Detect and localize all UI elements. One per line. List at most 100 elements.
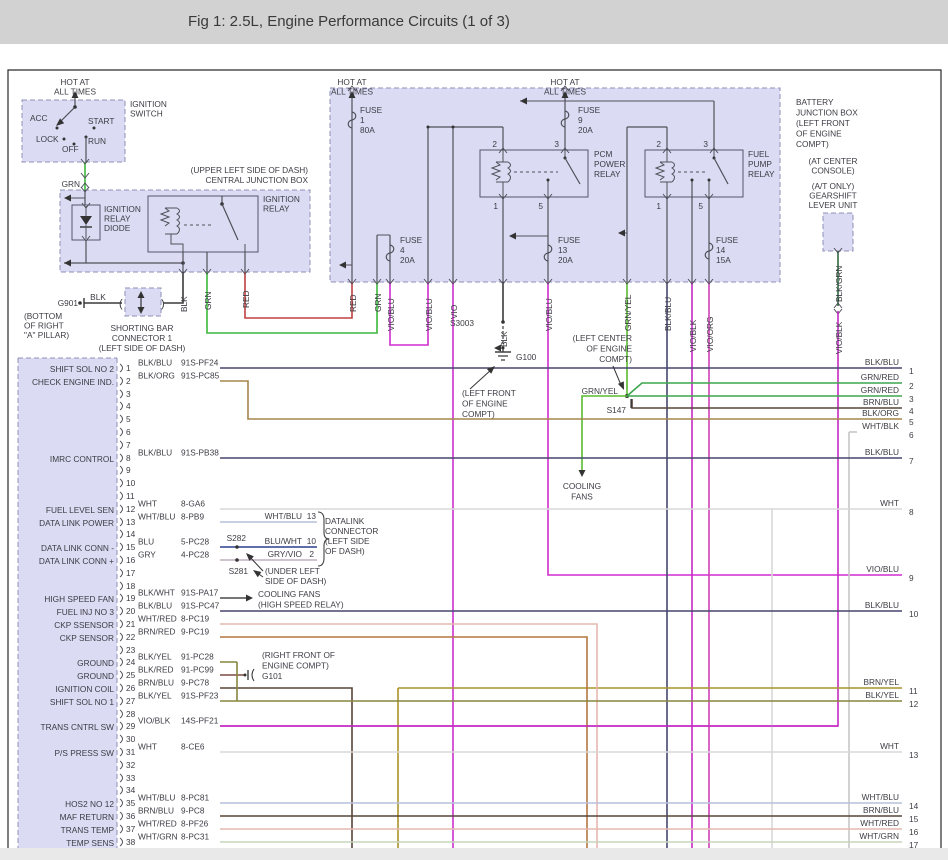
svg-text:VIO/ORG: VIO/ORG	[705, 317, 715, 353]
svg-text:5: 5	[698, 201, 703, 211]
svg-text:9: 9	[126, 465, 131, 475]
svg-text:VIO/BLK: VIO/BLK	[688, 319, 698, 352]
svg-text:26: 26	[126, 683, 136, 693]
svg-text:WHT/BLU: WHT/BLU	[138, 793, 175, 803]
svg-text:BRN/BLU: BRN/BLU	[138, 806, 174, 816]
svg-text:23: 23	[126, 645, 136, 655]
svg-text:15A: 15A	[716, 255, 731, 265]
svg-text:8: 8	[126, 453, 131, 463]
svg-text:BLU: BLU	[138, 537, 154, 547]
svg-text:OF ENGINE: OF ENGINE	[462, 399, 508, 409]
svg-text:(: (	[119, 298, 123, 310]
svg-text:(RIGHT FRONT OF: (RIGHT FRONT OF	[262, 650, 335, 660]
svg-text:BLK: BLK	[179, 296, 189, 312]
svg-text:GRN: GRN	[62, 179, 80, 189]
svg-text:11: 11	[126, 491, 135, 501]
svg-text:POWER: POWER	[594, 159, 625, 169]
svg-text:8-PC19: 8-PC19	[181, 614, 210, 624]
svg-text:FANS: FANS	[571, 492, 593, 502]
svg-text:RELAY: RELAY	[263, 204, 290, 214]
svg-text:2: 2	[656, 139, 661, 149]
svg-text:8-PC31: 8-PC31	[181, 832, 210, 842]
svg-text:VIO/BLK: VIO/BLK	[834, 321, 844, 354]
svg-text:GRN/RED: GRN/RED	[861, 385, 899, 395]
svg-text:7: 7	[126, 440, 131, 450]
svg-text:19: 19	[126, 593, 136, 603]
svg-text:16: 16	[909, 827, 919, 837]
svg-text:BLK/YEL: BLK/YEL	[865, 690, 899, 700]
svg-text:VIO/BLU: VIO/BLU	[424, 298, 434, 331]
svg-text:WHT: WHT	[138, 742, 157, 752]
svg-text:S282: S282	[227, 533, 247, 543]
svg-text:14: 14	[126, 529, 136, 539]
svg-text:RUN: RUN	[88, 136, 106, 146]
svg-text:RELAY: RELAY	[104, 214, 131, 224]
svg-text:TRANS TEMP: TRANS TEMP	[61, 825, 115, 835]
svg-text:WHT/RED: WHT/RED	[860, 818, 899, 828]
svg-text:BLK/ORG: BLK/ORG	[138, 371, 175, 381]
svg-text:GRN/YEL: GRN/YEL	[623, 294, 633, 331]
svg-text:WHT: WHT	[880, 741, 899, 751]
svg-text:29: 29	[126, 721, 136, 731]
svg-text:"A" PILLAR): "A" PILLAR)	[24, 330, 69, 340]
svg-text:MAF RETURN: MAF RETURN	[60, 812, 114, 822]
wiring-diagram: ()1BLK/BLU91S-PF242BLK/ORG91S-PC85345678…	[0, 0, 948, 860]
svg-text:BLK/BLU: BLK/BLU	[865, 357, 899, 367]
svg-text:13: 13	[307, 511, 317, 521]
svg-text:WHT/BLK: WHT/BLK	[862, 421, 899, 431]
svg-text:GEARSHIFT: GEARSHIFT	[809, 191, 856, 201]
svg-text:BLK/BLU: BLK/BLU	[138, 448, 172, 458]
svg-text:1: 1	[656, 201, 661, 211]
svg-text:80A: 80A	[360, 125, 375, 135]
svg-text:3: 3	[126, 389, 131, 399]
svg-text:4: 4	[909, 406, 914, 416]
svg-text:BLK/BLU: BLK/BLU	[138, 358, 172, 368]
svg-text:WHT/GRN: WHT/GRN	[138, 832, 178, 842]
svg-text:CONSOLE): CONSOLE)	[811, 166, 855, 176]
svg-text:S3003: S3003	[450, 318, 474, 328]
svg-text:OF RIGHT: OF RIGHT	[24, 321, 64, 331]
svg-text:VIO/BLU: VIO/BLU	[866, 564, 899, 574]
svg-text:TEMP SENS: TEMP SENS	[66, 838, 114, 848]
svg-text:DATA LINK POWER: DATA LINK POWER	[39, 518, 114, 528]
svg-text:GRY: GRY	[138, 550, 156, 560]
svg-text:10: 10	[126, 478, 136, 488]
svg-text:FUSE: FUSE	[360, 105, 383, 115]
svg-text:CONNECTOR: CONNECTOR	[325, 526, 378, 536]
svg-text:25: 25	[126, 670, 136, 680]
svg-text:GRN/RED: GRN/RED	[861, 372, 899, 382]
svg-text:SHIFT SOL NO 2: SHIFT SOL NO 2	[50, 364, 114, 374]
svg-text:SHIFT SOL NO 1: SHIFT SOL NO 1	[50, 697, 114, 707]
svg-text:8-PF26: 8-PF26	[181, 819, 209, 829]
svg-text:ACC: ACC	[30, 113, 48, 123]
svg-text:4-PC28: 4-PC28	[181, 550, 210, 560]
svg-text:20A: 20A	[558, 255, 573, 265]
svg-text:32: 32	[126, 760, 136, 770]
svg-text:CONNECTOR 1: CONNECTOR 1	[112, 333, 173, 343]
svg-text:VIO/BLK: VIO/BLK	[138, 716, 171, 726]
svg-text:BLK/GRN: BLK/GRN	[834, 266, 844, 302]
svg-text:9: 9	[909, 573, 914, 583]
svg-text:33: 33	[126, 773, 136, 783]
svg-text:4: 4	[126, 401, 131, 411]
svg-text:BLK/BLU: BLK/BLU	[138, 601, 172, 611]
svg-text:G101: G101	[262, 671, 283, 681]
svg-text:14S-PF21: 14S-PF21	[181, 716, 219, 726]
svg-text:91S-PF24: 91S-PF24	[181, 358, 219, 368]
svg-text:GRN: GRN	[373, 294, 383, 312]
svg-text:RELAY: RELAY	[594, 169, 621, 179]
svg-text:CHECK ENGINE IND.: CHECK ENGINE IND.	[32, 377, 114, 387]
svg-text:WHT/BLU: WHT/BLU	[138, 512, 175, 522]
svg-text:91S-PA17: 91S-PA17	[181, 588, 219, 598]
svg-text:27: 27	[126, 696, 136, 706]
svg-text:1: 1	[909, 366, 914, 376]
svg-text:31: 31	[126, 747, 136, 757]
svg-text:37: 37	[126, 824, 136, 834]
svg-text:28: 28	[126, 709, 136, 719]
svg-text:TRANS CNTRL SW: TRANS CNTRL SW	[41, 722, 115, 732]
svg-text:PCM: PCM	[594, 149, 613, 159]
svg-text:GROUND: GROUND	[77, 671, 114, 681]
svg-text:HOT AT: HOT AT	[60, 77, 89, 87]
svg-text:S281: S281	[229, 566, 249, 576]
svg-text:ALL TIMES: ALL TIMES	[54, 87, 96, 97]
